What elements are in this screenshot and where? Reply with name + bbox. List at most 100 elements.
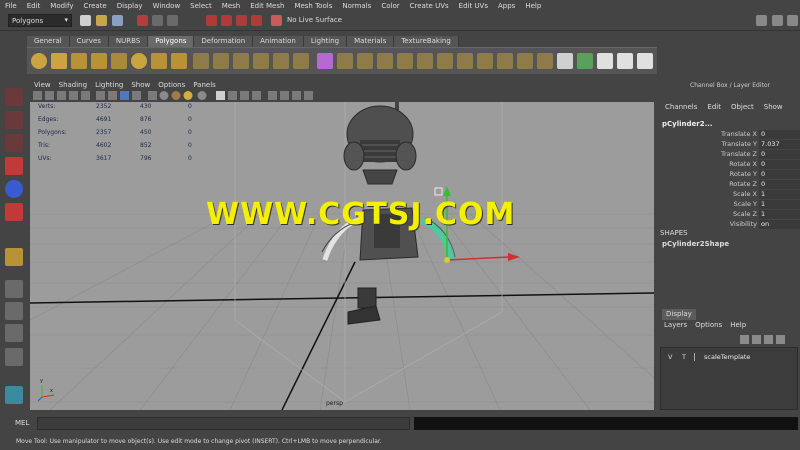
smooth-icon[interactable] xyxy=(273,53,289,69)
poke-face-icon[interactable] xyxy=(537,53,553,69)
offset-edge-loop-icon[interactable] xyxy=(477,53,493,69)
append-polygon-icon[interactable] xyxy=(377,53,393,69)
show-modeling-toolkit-icon[interactable] xyxy=(756,15,767,26)
panel-menu-options[interactable]: Options xyxy=(154,81,189,89)
smooth-proxy-icon[interactable] xyxy=(317,53,333,69)
gate-mask-icon[interactable] xyxy=(132,91,141,100)
poly-cylinder-icon[interactable] xyxy=(71,53,87,69)
attr-value[interactable]: 0 xyxy=(759,160,800,169)
fill-hole-icon[interactable] xyxy=(397,53,413,69)
panel-menu-show[interactable]: Show xyxy=(127,81,154,89)
layer-menu-options[interactable]: Options xyxy=(691,321,726,332)
tab-texturebaking[interactable]: TextureBaking xyxy=(394,36,459,47)
ambient-occlusion-icon[interactable] xyxy=(216,91,225,100)
boot-model[interactable] xyxy=(347,287,381,325)
menu-select[interactable]: Select xyxy=(185,2,217,10)
tab-polygons[interactable]: Polygons xyxy=(148,36,195,47)
menu-create[interactable]: Create xyxy=(78,2,111,10)
menu-mesh-tools[interactable]: Mesh Tools xyxy=(289,2,337,10)
poly-pyramid-icon[interactable] xyxy=(171,53,187,69)
anti-aliasing-icon[interactable] xyxy=(240,91,249,100)
bridge-icon[interactable] xyxy=(357,53,373,69)
depth-of-field-icon[interactable] xyxy=(252,91,261,100)
tab-animation[interactable]: Animation xyxy=(253,36,304,47)
menu-edit-uvs[interactable]: Edit UVs xyxy=(454,2,493,10)
viewport-scene[interactable] xyxy=(30,102,654,410)
selected-object-name[interactable]: pCylinder2... xyxy=(660,120,800,130)
poly-plane-icon[interactable] xyxy=(111,53,127,69)
outliner-icon[interactable] xyxy=(5,386,23,404)
tab-lighting[interactable]: Lighting xyxy=(303,36,348,47)
combine-icon[interactable] xyxy=(233,53,249,69)
shape-node-name[interactable]: pCylinder2Shape xyxy=(662,240,729,248)
live-surface-label[interactable]: No Live Surface xyxy=(287,16,342,24)
attr-rotate-y[interactable]: Rotate Y0 xyxy=(660,170,800,180)
layer-color-swatch[interactable] xyxy=(694,353,700,361)
poly-torus-icon[interactable] xyxy=(131,53,147,69)
tab-nurbs[interactable]: NURBS xyxy=(108,36,149,47)
poly-pipe-icon[interactable] xyxy=(193,53,209,69)
attr-value[interactable]: 0 xyxy=(759,170,800,179)
select-tool-icon[interactable] xyxy=(5,88,23,106)
automatic-mapping-icon[interactable] xyxy=(617,53,633,69)
split-polygon-icon[interactable] xyxy=(497,53,513,69)
2d-pan-zoom-icon[interactable] xyxy=(81,91,90,100)
panel-menu-lighting[interactable]: Lighting xyxy=(91,81,127,89)
paint-select-tool-icon[interactable] xyxy=(5,134,23,152)
show-tool-settings-icon[interactable] xyxy=(787,15,798,26)
attr-translate-z[interactable]: Translate Z0 xyxy=(660,150,800,160)
menu-help[interactable]: Help xyxy=(520,2,546,10)
new-scene-icon[interactable] xyxy=(80,15,91,26)
last-tool-icon[interactable] xyxy=(5,248,23,266)
layer-menu-help[interactable]: Help xyxy=(726,321,750,332)
image-plane-icon[interactable] xyxy=(69,91,78,100)
attr-value[interactable]: 1 xyxy=(759,200,800,209)
menu-normals[interactable]: Normals xyxy=(337,2,376,10)
layer-row-scaletemplate[interactable]: V T scaleTemplate xyxy=(664,352,796,362)
rotate-tool-icon[interactable] xyxy=(5,180,23,198)
tab-curves[interactable]: Curves xyxy=(69,36,109,47)
film-gate-icon[interactable] xyxy=(108,91,117,100)
persp-graph-layout-icon[interactable] xyxy=(5,348,23,366)
snap-view-plane-icon[interactable] xyxy=(251,15,262,26)
spherical-mapping-icon[interactable] xyxy=(597,53,613,69)
xray-joints-icon[interactable] xyxy=(292,91,301,100)
xray-components-icon[interactable] xyxy=(304,91,313,100)
poly-prism-icon[interactable] xyxy=(151,53,167,69)
command-input[interactable] xyxy=(37,417,410,430)
motion-blur-icon[interactable] xyxy=(228,91,237,100)
tab-deformation[interactable]: Deformation xyxy=(194,36,254,47)
cb-menu-edit[interactable]: Edit xyxy=(702,103,726,114)
tab-materials[interactable]: Materials xyxy=(347,36,395,47)
attr-translate-x[interactable]: Translate X0 xyxy=(660,130,800,140)
cb-menu-channels[interactable]: Channels xyxy=(660,103,702,114)
menu-mesh[interactable]: Mesh xyxy=(217,2,245,10)
bevel-icon[interactable] xyxy=(417,53,433,69)
layer-display-type-toggle[interactable]: T xyxy=(682,353,686,361)
attr-value[interactable]: 7.037 xyxy=(759,140,800,149)
move-layer-down-icon[interactable] xyxy=(752,335,761,344)
use-all-lights-icon[interactable] xyxy=(183,91,193,100)
menu-apps[interactable]: Apps xyxy=(493,2,520,10)
command-language-label[interactable]: MEL xyxy=(15,419,29,427)
menu-display[interactable]: Display xyxy=(112,2,148,10)
menu-color[interactable]: Color xyxy=(376,2,404,10)
attr-value[interactable]: 1 xyxy=(759,190,800,199)
textured-icon[interactable] xyxy=(171,91,181,100)
magnet-icon[interactable] xyxy=(271,15,282,26)
menu-create-uvs[interactable]: Create UVs xyxy=(405,2,454,10)
menu-file[interactable]: File xyxy=(0,2,22,10)
xray-icon[interactable] xyxy=(280,91,289,100)
extrude-icon[interactable] xyxy=(337,53,353,69)
tab-display[interactable]: Display xyxy=(662,309,696,320)
show-attribute-editor-icon[interactable] xyxy=(772,15,783,26)
attr-value[interactable]: 0 xyxy=(759,150,800,159)
attr-value[interactable]: 0 xyxy=(759,180,800,189)
layer-visibility-toggle[interactable]: V xyxy=(668,353,672,361)
move-layer-up-icon[interactable] xyxy=(740,335,749,344)
attr-translate-y[interactable]: Translate Y 7.037 xyxy=(660,140,800,150)
panel-menu-panels[interactable]: Panels xyxy=(189,81,220,89)
snap-grid-icon[interactable] xyxy=(206,15,217,26)
mode-selector[interactable]: Polygons ▾ xyxy=(8,14,72,27)
select-camera-icon[interactable] xyxy=(33,91,42,100)
